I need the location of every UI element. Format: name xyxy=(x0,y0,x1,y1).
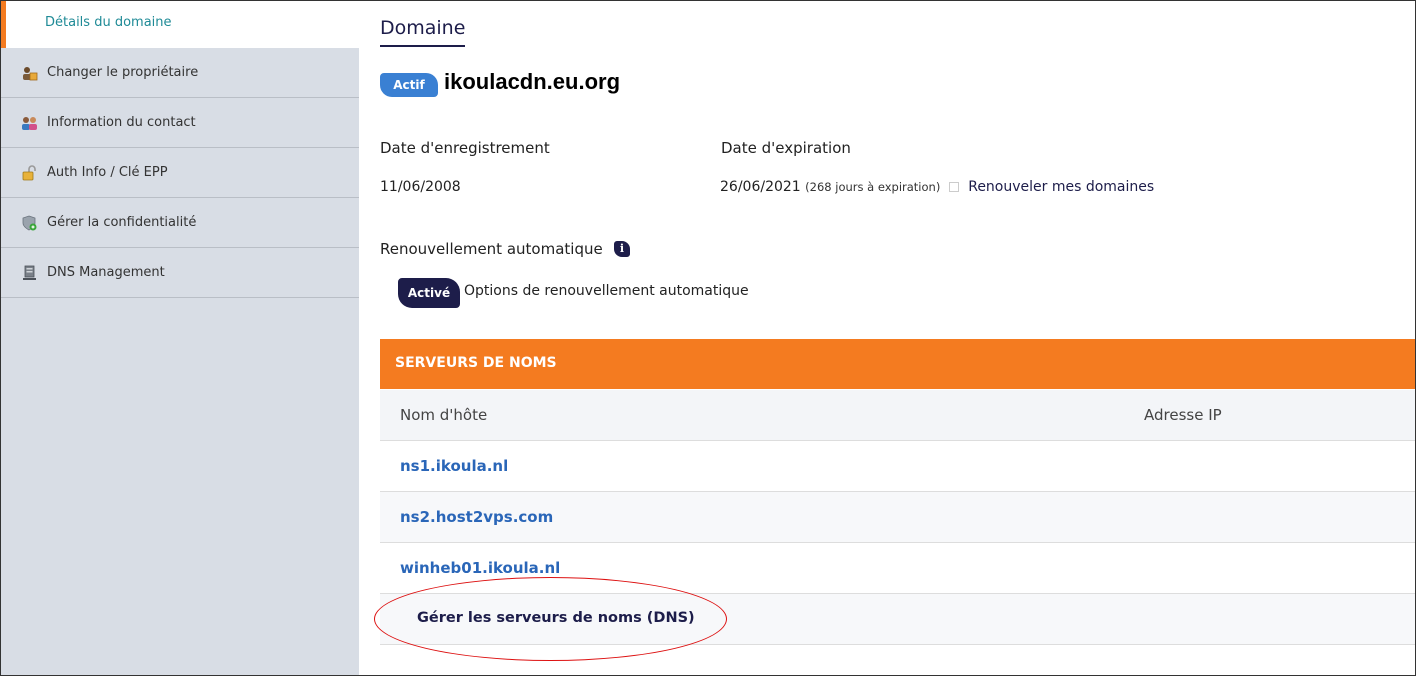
nameservers-header: SERVEURS DE NOMS xyxy=(380,339,1415,389)
auto-renew-label: Renouvellement automatique xyxy=(380,240,603,258)
sidebar-item-label: DNS Management xyxy=(47,265,165,280)
sidebar-item-contact-info[interactable]: Information du contact xyxy=(1,99,359,148)
nameservers-title: SERVEURS DE NOMS xyxy=(395,355,557,371)
registration-date-value: 11/06/2008 xyxy=(380,179,461,195)
owner-change-icon xyxy=(21,65,38,81)
sidebar-item-label: Changer le propriétaire xyxy=(47,65,199,80)
table-header-row: Nom d'hôte Adresse IP xyxy=(380,390,1415,441)
expiration-note: (268 jours à expiration) xyxy=(805,180,941,194)
main-content: Domaine Actif ikoulacdn.eu.org Date d'en… xyxy=(359,1,1415,675)
nameserver-hostname-link[interactable]: winheb01.ikoula.nl xyxy=(400,559,560,577)
server-icon xyxy=(21,265,38,281)
shield-icon xyxy=(21,215,38,231)
column-header-hostname: Nom d'hôte xyxy=(400,406,488,424)
table-row: winheb01.ikoula.nl xyxy=(380,543,1415,594)
sidebar-item-label: Gérer la confidentialité xyxy=(47,215,197,230)
sidebar-item-domain-details[interactable]: Détails du domaine xyxy=(1,1,359,48)
sidebar-item-auth-info[interactable]: Auth Info / Clé EPP xyxy=(1,149,359,198)
auto-renew-options-link[interactable]: Options de renouvellement automatique xyxy=(464,283,749,299)
auto-renew-status-badge: Activé xyxy=(398,278,460,308)
contact-info-icon xyxy=(21,115,38,131)
status-badge: Actif xyxy=(380,73,438,97)
sidebar-item-label: Auth Info / Clé EPP xyxy=(47,165,168,180)
sidebar-item-privacy[interactable]: Gérer la confidentialité xyxy=(1,199,359,248)
expiration-date-row: 26/06/2021 (268 jours à expiration) Reno… xyxy=(720,179,1154,195)
info-icon[interactable]: i xyxy=(614,241,630,257)
renew-domains-link[interactable]: Renouveler mes domaines xyxy=(968,179,1154,195)
sidebar-item-dns-management[interactable]: DNS Management xyxy=(1,249,359,298)
lock-icon xyxy=(21,165,38,181)
expiration-date-label: Date d'expiration xyxy=(721,139,851,157)
table-row: ns1.ikoula.nl xyxy=(380,441,1415,492)
manage-nameservers-link[interactable]: Gérer les serveurs de noms (DNS) xyxy=(417,610,695,626)
sidebar-item-label: Détails du domaine xyxy=(45,15,172,30)
nameserver-hostname-link[interactable]: ns1.ikoula.nl xyxy=(400,457,508,475)
page-title: Domaine xyxy=(380,17,466,47)
domain-name: ikoulacdn.eu.org xyxy=(444,69,621,94)
registration-date-label: Date d'enregistrement xyxy=(380,139,550,157)
column-header-ip: Adresse IP xyxy=(1144,406,1222,424)
sidebar-item-change-owner[interactable]: Changer le propriétaire xyxy=(1,49,359,98)
renew-icon xyxy=(948,182,959,192)
app-frame: Détails du domaine Changer le propriétai… xyxy=(0,0,1416,676)
expiration-date-value: 26/06/2021 xyxy=(720,179,801,195)
sidebar: Détails du domaine Changer le propriétai… xyxy=(1,1,359,675)
sidebar-item-label: Information du contact xyxy=(47,115,196,130)
nameserver-hostname-link[interactable]: ns2.host2vps.com xyxy=(400,508,553,526)
table-row: ns2.host2vps.com xyxy=(380,492,1415,543)
manage-nameservers-row: Gérer les serveurs de noms (DNS) xyxy=(380,594,1415,645)
